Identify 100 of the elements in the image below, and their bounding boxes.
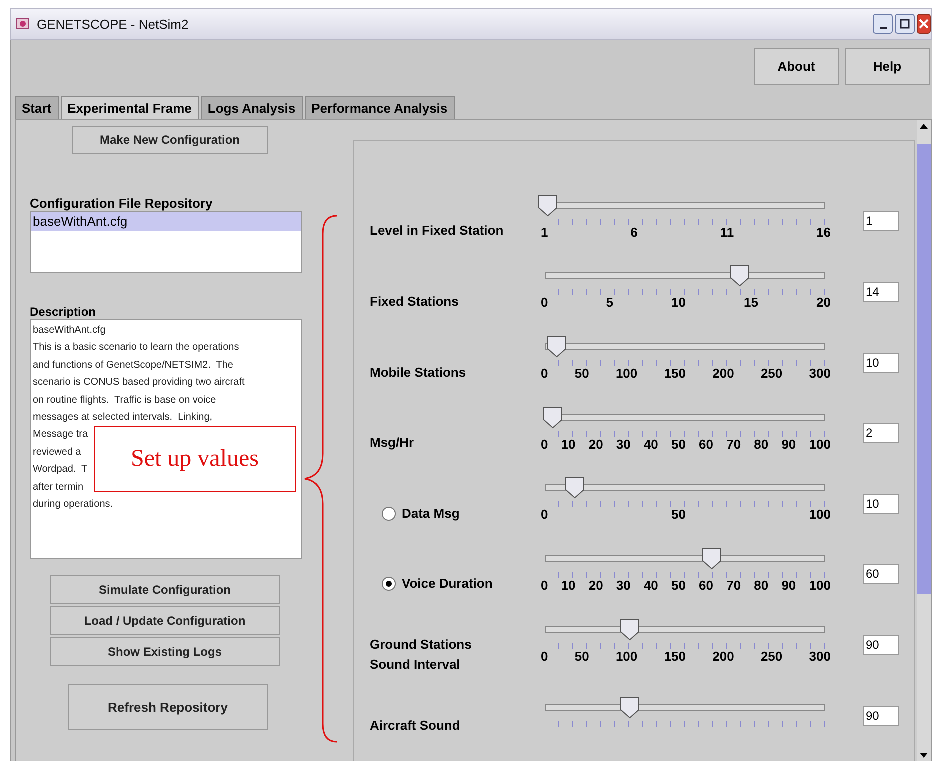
description-line: messages at selected intervals. Linking, xyxy=(32,411,214,426)
action-button[interactable]: Load / Update Configuration xyxy=(50,606,280,635)
value-field[interactable]: 14 xyxy=(863,282,899,302)
radio-button[interactable] xyxy=(382,506,396,521)
setting-label: Fixed Stations xyxy=(370,292,459,311)
tick-label: 70 xyxy=(726,436,742,452)
tick-label: 90 xyxy=(782,436,796,452)
tab[interactable]: Logs Analysis xyxy=(200,96,303,119)
tick-label: 300 xyxy=(809,648,831,664)
action-button[interactable]: Simulate Configuration xyxy=(50,575,280,604)
tick-label: 50 xyxy=(574,648,590,664)
tick-label: 250 xyxy=(760,648,783,664)
tick-label: 100 xyxy=(809,578,831,593)
tick-label: 60 xyxy=(699,578,714,593)
close-button[interactable] xyxy=(917,14,931,34)
slider-thumb[interactable] xyxy=(620,618,640,641)
tick-label: 0 xyxy=(541,366,548,382)
minimize-icon xyxy=(880,27,886,29)
tick-label: 150 xyxy=(664,648,686,664)
toolbar-button[interactable]: Help xyxy=(845,48,930,85)
tick-label: 50 xyxy=(672,507,686,522)
tick-label: 60 xyxy=(699,436,714,452)
tick-label: 30 xyxy=(616,436,631,452)
tick-label: 0 xyxy=(541,578,548,593)
value-field[interactable]: 10 xyxy=(863,494,899,514)
description-line: during operations. xyxy=(32,498,114,512)
tick-label: 40 xyxy=(644,578,658,593)
tick-label: 40 xyxy=(644,436,658,452)
tick-label: 6 xyxy=(630,224,638,240)
tick-label: 100 xyxy=(616,366,638,382)
setting-label: Msg/Hr xyxy=(370,434,414,452)
slider-thumb[interactable] xyxy=(547,336,568,358)
close-icon xyxy=(919,19,929,29)
slider-thumb[interactable] xyxy=(702,548,722,570)
description-line: on routine flights. Traffic is base on voice xyxy=(32,394,218,408)
window-title: GENETSCOPE - NetSim2 xyxy=(37,16,189,32)
tick-label: 5 xyxy=(606,295,614,310)
tick-label: 20 xyxy=(588,578,604,593)
description-line: reviewed a xyxy=(32,446,82,460)
tick-label: 0 xyxy=(541,507,548,522)
tick-label: 20 xyxy=(588,436,604,452)
slider-thumb[interactable] xyxy=(565,477,586,500)
tick-label: 80 xyxy=(754,578,769,593)
maximize-icon xyxy=(900,19,910,29)
minimize-button[interactable] xyxy=(873,14,893,34)
description-line: Message tra xyxy=(32,428,90,442)
app-icon xyxy=(15,16,31,32)
tick-label: 80 xyxy=(754,436,769,452)
tick-label: 11 xyxy=(720,224,734,240)
tick-label: 200 xyxy=(712,648,734,664)
slider-thumb[interactable] xyxy=(730,265,750,288)
value-field[interactable]: 10 xyxy=(863,352,899,373)
refresh-button[interactable]: Refresh Repository xyxy=(68,684,268,730)
tick-label: 300 xyxy=(809,366,831,382)
description-line: baseWithAnt.cfg xyxy=(32,324,107,338)
tick-label: 0 xyxy=(541,295,548,310)
value-field[interactable]: 1 xyxy=(863,211,899,232)
maximize-button[interactable] xyxy=(895,14,915,34)
tick-label: 70 xyxy=(726,578,742,593)
description-line: scenario is CONUS based providing two aircraft xyxy=(32,376,246,390)
setting-label: Voice Duration xyxy=(402,575,493,594)
tick-label: 1 xyxy=(541,224,548,240)
tick-label: 10 xyxy=(561,436,576,452)
tick-label: 20 xyxy=(816,295,831,310)
tab[interactable]: Start xyxy=(15,96,59,119)
description-label: Description xyxy=(30,305,98,319)
tick-label: 50 xyxy=(574,366,590,382)
tick-label: 16 xyxy=(816,224,831,240)
slider-thumb[interactable] xyxy=(620,696,640,719)
tick-label: 50 xyxy=(672,578,686,593)
slider-thumb[interactable] xyxy=(543,406,564,429)
list-item[interactable]: baseWithAnt.cfg xyxy=(31,212,301,231)
setting-label: Mobile Stations xyxy=(370,364,466,382)
setting-label: Data Msg xyxy=(402,504,460,523)
slider-thumb[interactable] xyxy=(538,194,558,217)
toolbar-button[interactable]: About xyxy=(754,48,839,85)
description-line: This is a basic scenario to learn the operations xyxy=(32,341,240,356)
description-line: Wordpad. T xyxy=(32,463,89,478)
scroll-bar[interactable] xyxy=(917,120,931,761)
tick-label: 100 xyxy=(616,648,638,664)
tab[interactable]: Experimental Frame xyxy=(60,96,199,119)
value-field[interactable]: 90 xyxy=(863,635,899,656)
radio-button[interactable] xyxy=(382,577,396,592)
repository-label: Configuration File Repository xyxy=(30,196,214,211)
value-field[interactable]: 2 xyxy=(863,423,899,444)
tick-label: 90 xyxy=(782,578,796,593)
tick-label: 10 xyxy=(561,578,576,593)
make-configuration-button[interactable]: Make New Configuration xyxy=(72,126,268,154)
value-field[interactable]: 90 xyxy=(863,706,899,726)
tick-label: 0 xyxy=(541,436,548,452)
setting-label: Aircraft Sound xyxy=(370,716,460,735)
tick-label: 50 xyxy=(672,436,686,452)
tick-label: 0 xyxy=(541,648,548,664)
tick-label: 15 xyxy=(744,295,758,310)
tab[interactable]: Performance Analysis xyxy=(304,96,455,119)
setting-label: Ground Stations Sound Interval xyxy=(370,636,472,674)
action-button[interactable]: Show Existing Logs xyxy=(50,637,280,666)
value-field[interactable]: 60 xyxy=(863,564,899,584)
tick-label: 30 xyxy=(616,578,631,593)
tick-label: 150 xyxy=(664,366,686,382)
